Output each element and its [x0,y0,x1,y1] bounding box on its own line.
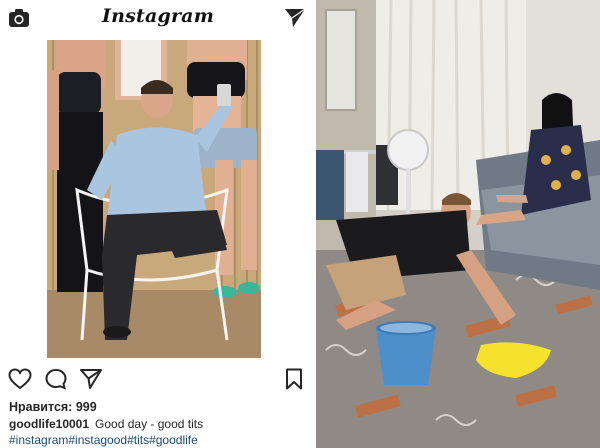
comparison-photo [316,0,600,448]
caption-text: Good day - good tits [95,417,204,431]
post-actions-bar [0,364,316,394]
bookmark-icon[interactable] [282,368,306,390]
heart-icon[interactable] [8,368,32,390]
comment-bubble-icon[interactable] [44,368,68,390]
paper-plane-icon[interactable] [79,368,103,390]
instagram-post-panel: Instagram Нравится: 999 goodlife10001 Go… [0,0,316,448]
post-image-illustration [47,40,261,358]
post-caption: goodlife10001 Good day - good tits [9,417,203,431]
post-image[interactable] [47,40,261,358]
app-logo: Instagram [102,5,214,27]
comparison-photo-illustration [316,0,600,448]
app-header: Instagram [0,0,316,38]
likes-count[interactable]: Нравится: 999 [9,400,97,414]
direct-message-icon[interactable] [284,8,306,28]
caption-hashtags[interactable]: #instagram#instagood#tits#goodlife [9,433,198,447]
caption-username[interactable]: goodlife10001 [9,417,89,431]
